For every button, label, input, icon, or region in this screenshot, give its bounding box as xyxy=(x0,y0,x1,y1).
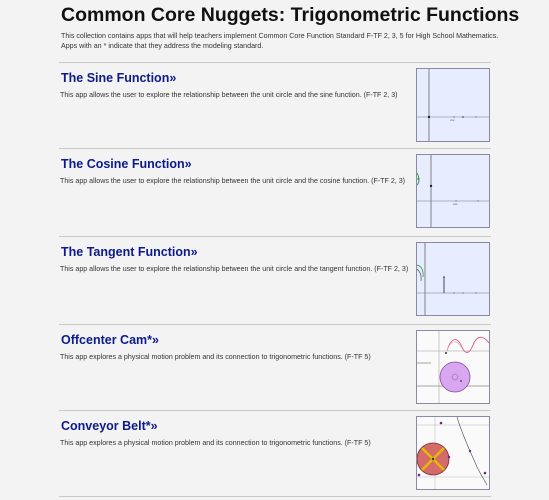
list-item: Conveyor Belt*» This app explores a phys… xyxy=(59,410,491,496)
item-title-text: The Tangent Function xyxy=(61,245,191,259)
tangent-graph-thumbnail xyxy=(417,243,489,315)
page-title: Common Core Nuggets: Trigonometric Funct… xyxy=(61,4,520,26)
item-title-link[interactable]: The Sine Function» xyxy=(61,71,176,85)
app-thumbnail[interactable] xyxy=(416,416,490,490)
svg-text:xxx: xxx xyxy=(450,118,455,122)
app-thumbnail[interactable] xyxy=(416,242,490,316)
item-description: This app allows the user to explore the … xyxy=(60,177,406,185)
offcenter-cam-thumbnail xyxy=(417,331,489,403)
chevron-right-icon: » xyxy=(152,333,159,347)
item-title-text: Offcenter Cam* xyxy=(61,333,152,347)
divider xyxy=(59,496,491,497)
chevron-right-icon: » xyxy=(169,71,177,85)
app-thumbnail[interactable] xyxy=(416,330,490,404)
app-thumbnail[interactable]: xxx xyxy=(416,154,490,228)
svg-text:xxx: xxx xyxy=(453,202,458,206)
item-title-link[interactable]: Offcenter Cam*» xyxy=(61,333,159,347)
item-description: This app explores a physical motion prob… xyxy=(60,353,371,361)
list-item: Offcenter Cam*» This app explores a phys… xyxy=(59,324,491,410)
list-item: The Cosine Function» This app allows the… xyxy=(59,148,491,234)
item-title-link[interactable]: The Tangent Function» xyxy=(61,245,198,259)
item-title-link[interactable]: The Cosine Function» xyxy=(61,157,192,171)
conveyor-belt-thumbnail xyxy=(417,417,489,489)
item-title-text: The Sine Function xyxy=(61,71,170,85)
page: Common Core Nuggets: Trigonometric Funct… xyxy=(0,0,549,500)
item-description: This app allows the user to explore the … xyxy=(60,91,398,99)
item-title-text: The Cosine Function xyxy=(61,157,185,171)
page-intro: This collection contains apps that will … xyxy=(61,32,499,51)
chevron-right-icon: » xyxy=(184,157,192,171)
chevron-right-icon: » xyxy=(190,245,198,259)
cosine-graph-thumbnail: xxx xyxy=(417,155,489,227)
sine-graph-thumbnail: xxx xyxy=(417,69,489,141)
app-thumbnail[interactable]: xxx xyxy=(416,68,490,142)
item-description: This app explores a physical motion prob… xyxy=(60,439,371,447)
chevron-right-icon: » xyxy=(150,419,158,433)
item-description: This app allows the user to explore the … xyxy=(60,265,409,273)
list-item: The Sine Function» This app allows the u… xyxy=(59,62,491,148)
item-title-link[interactable]: Conveyor Belt*» xyxy=(61,419,158,433)
item-title-text: Conveyor Belt* xyxy=(61,419,151,433)
list-item: The Tangent Function» This app allows th… xyxy=(59,236,491,322)
